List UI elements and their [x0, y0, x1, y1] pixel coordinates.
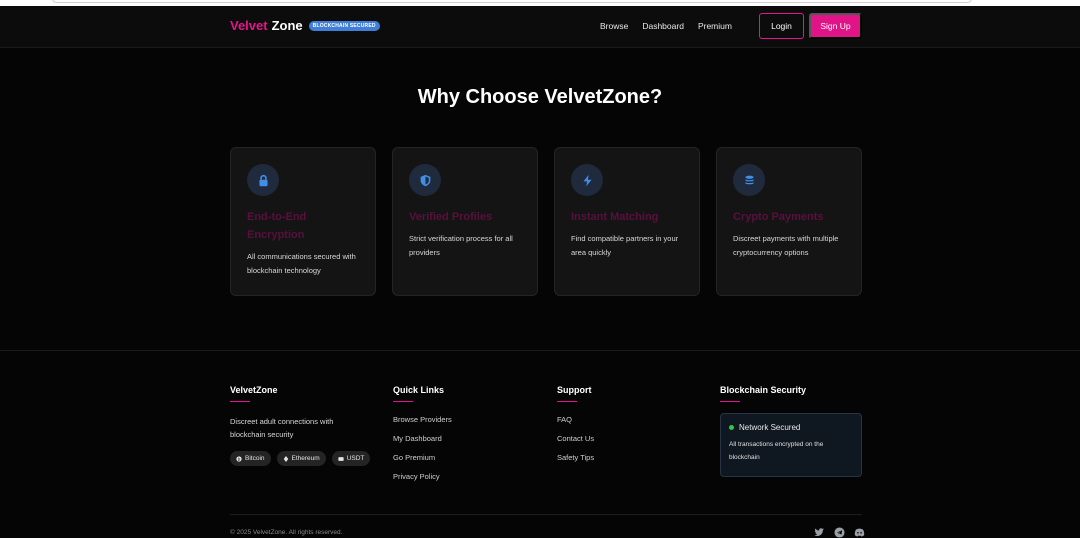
section-title: Why Choose VelvetZone? [417, 86, 663, 108]
chip-usdt: USDT [331, 451, 371, 466]
signup-button[interactable]: Sign Up [809, 13, 862, 39]
link-privacy-policy[interactable]: Privacy Policy [393, 472, 452, 481]
feature-title: Instant Matching [571, 211, 659, 223]
footer-heading: Blockchain Security [720, 385, 807, 395]
link-go-premium[interactable]: Go Premium [393, 453, 452, 462]
discord-icon[interactable] [854, 527, 865, 538]
brand-logo[interactable]: Velvet Zone BLOCKCHAIN SECURED [230, 18, 380, 33]
security-status-card: Network Secured All transactions encrypt… [720, 413, 862, 477]
feature-card-crypto: Crypto Payments Discreet payments with m… [716, 147, 862, 296]
link-browse-providers[interactable]: Browse Providers [393, 415, 452, 424]
shield-icon [409, 164, 441, 196]
features-grid: End-to-End Encryption All communications… [230, 147, 862, 296]
bolt-icon [571, 164, 603, 196]
footer-bottom-divider [230, 514, 862, 515]
heading-underline [230, 401, 250, 402]
telegram-icon[interactable] [834, 527, 845, 538]
crypto-chips: ₿ Bitcoin Ethereum USDT [230, 451, 371, 466]
nav-link-browse[interactable]: Browse [600, 21, 628, 31]
chip-label: Ethereum [291, 455, 320, 462]
social-links [814, 527, 865, 538]
network-status: Network Secured [729, 423, 853, 432]
quick-links-list: Browse Providers My Dashboard Go Premium… [393, 415, 452, 481]
feature-desc: Discreet payments with multiple cryptocu… [733, 234, 839, 257]
chip-label: Bitcoin [245, 455, 265, 462]
brand-name-part2: Zone [271, 18, 303, 33]
top-navbar: Velvet Zone BLOCKCHAIN SECURED Browse Da… [0, 6, 1080, 48]
login-button[interactable]: Login [759, 13, 804, 39]
wallet-icon [338, 456, 344, 461]
footer-heading: VelvetZone [230, 385, 278, 395]
footer-support: Support FAQ Contact Us Safety Tips [557, 385, 594, 462]
nav-links: Browse Dashboard Premium [600, 21, 732, 31]
footer-divider [0, 350, 1080, 351]
lock-icon [247, 164, 279, 196]
heading-underline [557, 401, 577, 402]
heading-underline [393, 401, 413, 402]
nav-link-premium[interactable]: Premium [698, 21, 732, 31]
feature-card-encryption: End-to-End Encryption All communications… [230, 147, 376, 296]
brand-name-part1: Velvet [230, 18, 268, 33]
link-contact-us[interactable]: Contact Us [557, 434, 594, 443]
link-my-dashboard[interactable]: My Dashboard [393, 434, 452, 443]
ethereum-icon [283, 455, 288, 462]
footer-about: VelvetZone Discreet adult connections wi… [230, 385, 371, 466]
feature-desc: Find compatible partners in your area qu… [571, 234, 679, 257]
footer-about-desc: Discreet adult connections with blockcha… [230, 417, 334, 439]
copyright-text: © 2025 VelvetZone. All rights reserved. [230, 529, 343, 536]
nav-link-dashboard[interactable]: Dashboard [642, 21, 684, 31]
address-bar[interactable] [52, 0, 972, 3]
security-text: All transactions encrypted on the blockc… [729, 441, 824, 461]
chip-ethereum: Ethereum [276, 451, 326, 466]
feature-desc: Strict verification process for all prov… [409, 234, 513, 257]
link-safety-tips[interactable]: Safety Tips [557, 453, 594, 462]
link-faq[interactable]: FAQ [557, 415, 594, 424]
network-status-label: Network Secured [739, 423, 801, 432]
bitcoin-icon: ₿ [236, 455, 242, 462]
feature-card-verified: Verified Profiles Strict verification pr… [392, 147, 538, 296]
heading-underline [720, 401, 740, 402]
feature-card-matching: Instant Matching Find compatible partner… [554, 147, 700, 296]
status-dot-icon [729, 425, 734, 430]
svg-text:₿: ₿ [238, 456, 241, 461]
twitter-icon[interactable] [814, 527, 825, 538]
coins-icon [733, 164, 765, 196]
blockchain-badge: BLOCKCHAIN SECURED [308, 20, 380, 31]
feature-desc: All communications secured with blockcha… [247, 252, 356, 275]
support-links-list: FAQ Contact Us Safety Tips [557, 415, 594, 462]
chip-label: USDT [346, 455, 365, 462]
chip-bitcoin: ₿ Bitcoin [230, 451, 271, 466]
footer-blockchain-security: Blockchain Security Network Secured All … [720, 385, 862, 477]
footer-heading: Support [557, 385, 592, 395]
feature-title: Crypto Payments [733, 211, 824, 223]
feature-title: Verified Profiles [409, 211, 493, 223]
feature-title: End-to-End Encryption [247, 211, 307, 241]
footer-heading: Quick Links [393, 385, 445, 395]
footer-quick-links: Quick Links Browse Providers My Dashboar… [393, 385, 452, 481]
